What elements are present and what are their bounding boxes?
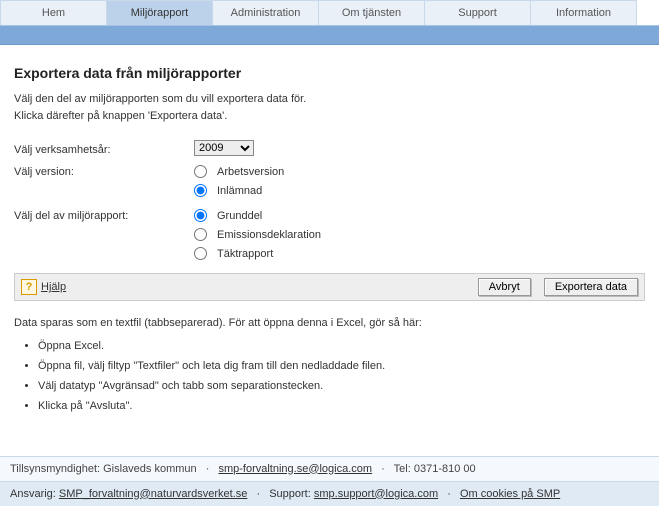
button-group: Avbryt Exportera data [478,278,638,296]
tab-information[interactable]: Information [531,0,637,25]
year-label: Välj verksamhetsår: [14,140,194,156]
version-radio-arbetsversion[interactable] [194,165,207,178]
export-button[interactable]: Exportera data [544,278,638,296]
top-nav: Hem Miljörapport Administration Om tjäns… [0,0,659,26]
intro-text: Välj den del av miljörapporten som du vi… [14,91,645,124]
part-option-label: Emissionsdeklaration [217,229,321,241]
separator-dot: · [447,488,451,500]
separator-dot: · [206,463,210,475]
footer-line2: Ansvarig: SMP_forvaltning@naturvardsverk… [0,481,659,506]
header-blue-bar [0,26,659,45]
tab-hem[interactable]: Hem [0,0,107,25]
intro-line1: Välj den del av miljörapporten som du vi… [14,93,306,105]
step-item: Välj datatyp "Avgränsad" och tabb som se… [38,380,645,392]
part-radio-emissionsdeklaration[interactable] [194,228,207,241]
footer-line1: Tillsynsmyndighet: Gislaveds kommun · sm… [0,456,659,481]
footer-ansvarig-email-link[interactable]: SMP_forvaltning@naturvardsverket.se [59,488,247,500]
steps-list: Öppna Excel. Öppna fil, välj filtyp "Tex… [20,340,645,412]
cancel-button[interactable]: Avbryt [478,278,531,296]
help-area: ? Hjälp [21,279,66,295]
part-option-label: Täktrapport [217,248,273,260]
separator-dot: · [381,463,385,475]
footer-tel: Tel: 0371-810 00 [394,463,476,475]
action-bar: ? Hjälp Avbryt Exportera data [14,273,645,301]
version-option-label: Arbetsversion [217,166,284,178]
main-content: Exportera data från miljörapporter Välj … [0,45,659,428]
step-item: Klicka på "Avsluta". [38,400,645,412]
footer-email-link[interactable]: smp-forvaltning.se@logica.com [218,463,372,475]
step-item: Öppna fil, välj filtyp "Textfiler" och l… [38,360,645,372]
help-icon: ? [21,279,37,295]
footer-tillsyn: Tillsynsmyndighet: Gislaveds kommun [10,463,197,475]
version-label: Välj version: [14,162,194,178]
step-item: Öppna Excel. [38,340,645,352]
footer-support-email-link[interactable]: smp.support@logica.com [314,488,438,500]
part-option-label: Grunddel [217,210,262,222]
separator-dot: · [256,488,260,500]
part-label: Välj del av miljörapport: [14,206,194,222]
tab-miljorapport[interactable]: Miljörapport [107,0,213,25]
note-text: Data sparas som en textfil (tabbseparera… [14,315,645,332]
part-radio-grunddel[interactable] [194,209,207,222]
tab-support[interactable]: Support [425,0,531,25]
part-radio-taktrapport[interactable] [194,247,207,260]
footer-cookies-link[interactable]: Om cookies på SMP [460,488,560,500]
footer-ansvarig-label: Ansvarig: [10,488,56,500]
year-select[interactable]: 2009 [194,140,254,156]
tab-administration[interactable]: Administration [213,0,319,25]
version-radio-inlamnad[interactable] [194,184,207,197]
version-option-label: Inlämnad [217,185,262,197]
help-link[interactable]: Hjälp [41,281,66,293]
footer-support-label: Support: [269,488,311,500]
intro-line2: Klicka därefter på knappen 'Exportera da… [14,110,227,122]
tab-om-tjansten[interactable]: Om tjänsten [319,0,425,25]
page-title: Exportera data från miljörapporter [14,65,645,81]
